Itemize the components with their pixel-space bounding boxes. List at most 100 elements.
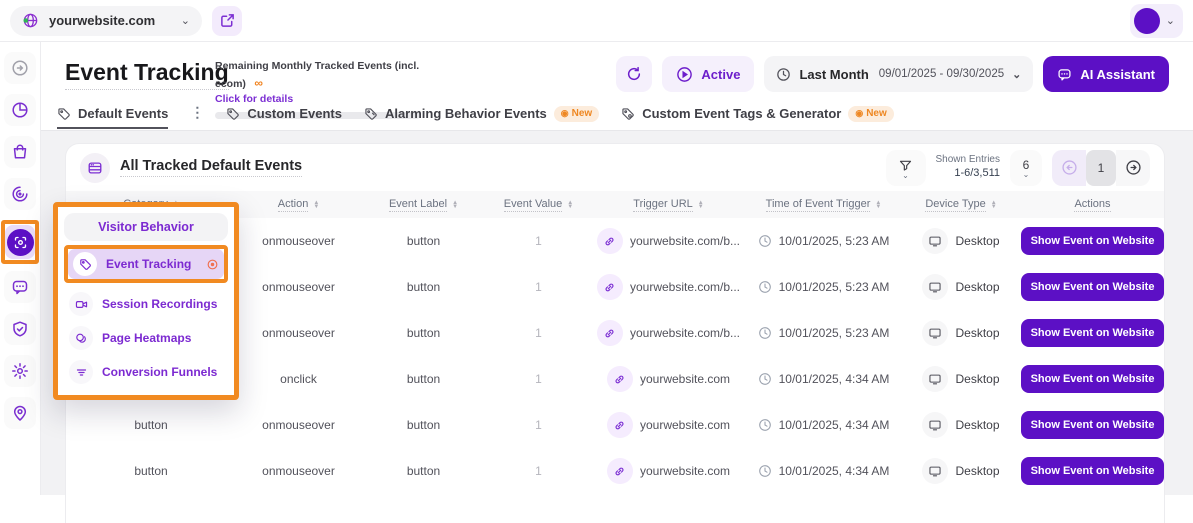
clock-icon [758,326,772,340]
period-label: Last Month [799,67,868,82]
column-header[interactable]: Device Type▲▼ [901,198,1021,212]
column-header[interactable]: Event Value▲▼ [486,198,591,212]
event-label-cell: button [361,464,486,478]
menu-item-session-recordings[interactable]: Session Recordings [64,287,228,321]
sort-icon[interactable]: ▲▼ [991,201,997,209]
ai-assistant-button[interactable]: AI Assistant [1043,56,1169,92]
sort-icon[interactable]: ▲▼ [567,201,573,209]
sidebar-item-communication[interactable] [4,271,36,303]
show-event-button[interactable]: Show Event on Website [1021,457,1165,485]
record-target-icon [206,258,219,271]
refresh-icon [626,66,642,82]
event-label-cell: button [361,234,486,248]
card-title: All Tracked Default Events [120,158,302,177]
sort-icon[interactable]: ▲▼ [313,201,319,209]
next-page-button[interactable] [1116,150,1150,186]
monitor-icon [922,366,948,392]
actions-cell: Show Event on Website [1021,319,1164,347]
time-cell: 10/01/2025, 5:23 AM [746,326,901,340]
action-cell: onclick [236,372,361,386]
website-selector[interactable]: yourwebsite.com ⌄ [10,6,202,36]
sidebar-item-ecommerce[interactable] [4,136,36,168]
radar-icon [11,185,29,203]
action-cell: onmouseover [236,234,361,248]
device-type-cell: Desktop [901,320,1021,346]
chevron-down-icon: ⌄ [902,173,909,178]
column-header[interactable]: Action▲▼ [236,198,361,212]
chevron-down-icon: ⌄ [181,14,190,27]
event-value-cell: 1 [486,372,591,386]
tab-custom-events[interactable]: Custom Events [226,100,342,129]
sidebar-item-analytics[interactable] [4,178,36,210]
prev-page-button[interactable] [1052,150,1086,186]
popup-header: Visitor Behavior [64,213,228,241]
top-bar: yourwebsite.com ⌄ ⌄ [0,0,1193,42]
date-range-value: 09/01/2025 - 09/30/2025 [879,68,1004,80]
chat-icon [1057,67,1072,82]
sort-icon[interactable]: ▲▼ [875,201,881,209]
link-icon [597,228,623,254]
sidebar-item-settings[interactable] [4,355,36,387]
sidebar-item-visitor-location[interactable] [4,397,36,429]
trigger-url-cell[interactable]: yourwebsite.com/b... [591,228,746,254]
sidebar-item-privacy[interactable] [4,313,36,345]
new-badge: ◉ New [554,106,599,122]
table-row: buttononmouseoverbutton1yourwebsite.com1… [66,402,1164,448]
actions-cell: Show Event on Website [1021,411,1164,439]
tab-alarming-behavior-events[interactable]: Alarming Behavior Events ◉ New [364,100,599,129]
device-type-cell: Desktop [901,412,1021,438]
column-header[interactable]: Time of Event Trigger▲▼ [746,198,901,212]
trigger-url-cell[interactable]: yourwebsite.com [591,458,746,484]
monitor-icon [922,458,948,484]
event-value-cell: 1 [486,280,591,294]
tracking-status-button[interactable]: Active [662,56,754,92]
sidebar-item-overview[interactable] [4,94,36,126]
show-event-button[interactable]: Show Event on Website [1021,227,1165,255]
refresh-button[interactable] [616,56,652,92]
trigger-url-cell[interactable]: yourwebsite.com [591,366,746,392]
filter-button[interactable]: ⌄ [886,150,926,186]
menu-item-event-tracking[interactable]: Event Tracking [68,249,224,279]
time-cell: 10/01/2025, 5:23 AM [746,280,901,294]
pie-chart-icon [11,101,29,119]
trigger-url-cell[interactable]: yourwebsite.com/b... [591,274,746,300]
trigger-url-cell[interactable]: yourwebsite.com/b... [591,320,746,346]
tag-icon [226,107,240,121]
device-type-cell: Desktop [901,458,1021,484]
link-icon [607,366,633,392]
column-header[interactable]: Trigger URL▲▼ [591,198,746,212]
sidebar-item-visitor-behavior[interactable] [5,225,35,259]
tag-alert-icon [364,107,378,121]
show-event-button[interactable]: Show Event on Website [1021,365,1165,393]
menu-item-conversion-funnels[interactable]: Conversion Funnels [64,355,228,389]
tab-custom-event-tags-generator[interactable]: Custom Event Tags & Generator ◉ New [621,100,894,129]
open-website-button[interactable] [212,6,242,36]
event-value-cell: 1 [486,326,591,340]
event-tracking-item-annotation: Event Tracking [64,245,228,283]
actions-cell: Show Event on Website [1021,457,1164,485]
show-event-button[interactable]: Show Event on Website [1021,273,1165,301]
account-menu[interactable]: ⌄ [1130,4,1183,38]
show-event-button[interactable]: Show Event on Website [1021,411,1165,439]
page-size-select[interactable]: 6 ⌄ [1010,150,1042,186]
tab-bar: Default Events ⋮ Custom Events Alarming … [41,100,1193,131]
menu-item-page-heatmaps[interactable]: Page Heatmaps [64,321,228,355]
show-event-button[interactable]: Show Event on Website [1021,319,1165,347]
link-icon [597,274,623,300]
date-range-picker[interactable]: Last Month 09/01/2025 - 09/30/2025 ⌄ [764,56,1033,92]
menu-item-label: Conversion Funnels [102,365,217,379]
pagination: 1 [1052,150,1150,186]
monitor-icon [922,320,948,346]
trigger-url-cell[interactable]: yourwebsite.com [591,412,746,438]
tab-options-kebab-icon[interactable]: ⋮ [190,100,204,121]
event-label-cell: button [361,418,486,432]
tab-default-events[interactable]: Default Events [57,100,168,129]
clock-icon [758,464,772,478]
current-page[interactable]: 1 [1086,150,1116,186]
sort-icon[interactable]: ▲▼ [698,201,704,209]
column-header[interactable]: Event Label▲▼ [361,198,486,212]
sidebar-expand-button[interactable] [4,52,36,84]
sort-icon[interactable]: ▲▼ [452,201,458,209]
sidebar-item-visitor-behavior-annotation [1,220,39,264]
monitor-icon [922,274,948,300]
